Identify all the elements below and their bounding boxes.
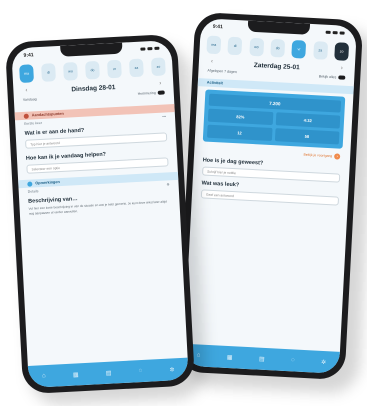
reminder-link[interactable]: Herinnering [138, 90, 165, 96]
day-chip[interactable]: vr [106, 59, 122, 79]
metric-cell: 58 [274, 128, 340, 145]
status-icons [140, 46, 160, 51]
sub-left: Vandaag [22, 97, 37, 102]
chevron-right-icon[interactable]: › [341, 66, 343, 72]
back-phone: 9:41 ma di wo do vr za zo ‹ Zaterdag 25-… [176, 11, 364, 381]
day-chip[interactable]: do [270, 38, 286, 58]
chevron-left-icon[interactable]: ‹ [25, 88, 27, 94]
status-time: 9:41 [23, 51, 34, 59]
metrics-card: 7.200 82% 4:32 12 58 [202, 89, 346, 149]
metric-cell: 82% [207, 108, 273, 126]
status-icons [325, 30, 345, 35]
day-chip[interactable]: di [227, 36, 243, 56]
sub-right-link[interactable]: Bekijk alles [319, 74, 346, 80]
day-chip[interactable]: za [312, 41, 328, 60]
day-chip[interactable]: za [128, 58, 144, 78]
alert-icon [23, 113, 29, 119]
settings-icon[interactable]: ✲ [321, 358, 326, 365]
info-icon [27, 181, 33, 187]
chat-icon[interactable]: ◌ [139, 368, 143, 374]
day-chip[interactable]: do [85, 60, 100, 80]
chevron-right-icon[interactable]: › [159, 81, 161, 87]
more-icon[interactable]: ••• [162, 114, 166, 118]
chat-icon[interactable]: ◌ [291, 357, 295, 363]
metric-grid: 82% 4:32 12 58 [206, 108, 341, 145]
day-chip-active[interactable]: ma [19, 64, 35, 84]
tab-bar: ⌂ ▦ ▤ ◌ ✲ [183, 343, 340, 374]
day-chip[interactable]: di [41, 63, 56, 82]
arrow-right-icon: › [334, 153, 341, 160]
calendar-icon[interactable]: ▦ [73, 371, 79, 378]
home-icon[interactable]: ⌂ [42, 373, 46, 379]
chart-icon[interactable]: ▤ [106, 369, 112, 376]
back-phone-screen: 9:41 ma di wo do vr za zo ‹ Zaterdag 25-… [183, 18, 357, 374]
day-chip-active[interactable]: vr [291, 39, 307, 59]
calendar-icon[interactable]: ▦ [227, 353, 233, 360]
day-chip[interactable]: zo [150, 57, 166, 77]
front-phone-screen: 9:41 ma di wo do vr za zo ‹ Dinsdag 28-0… [11, 40, 189, 388]
chevron-left-icon[interactable]: ‹ [211, 59, 213, 65]
day-chip[interactable]: wo [248, 37, 264, 57]
status-time: 9:41 [212, 23, 223, 30]
toggle-icon[interactable] [338, 75, 346, 80]
day-chip[interactable]: ma [206, 35, 222, 55]
day-chip[interactable]: zo [334, 42, 350, 61]
toggle-icon[interactable] [157, 90, 165, 95]
metric-cell: 4:32 [275, 112, 341, 129]
front-phone: 9:41 ma di wo do vr za zo ‹ Dinsdag 28-0… [4, 33, 196, 395]
add-icon[interactable]: ⊕ [167, 182, 170, 186]
sub-left: Afgelopen 7 dagen [207, 68, 237, 75]
day-chip[interactable]: wo [63, 61, 78, 81]
settings-icon[interactable]: ✲ [169, 366, 174, 373]
tab-bar: ⌂ ▦ ▤ ◌ ✲ [27, 357, 189, 388]
metric-cell: 12 [206, 124, 273, 142]
chart-icon[interactable]: ▤ [259, 355, 265, 362]
